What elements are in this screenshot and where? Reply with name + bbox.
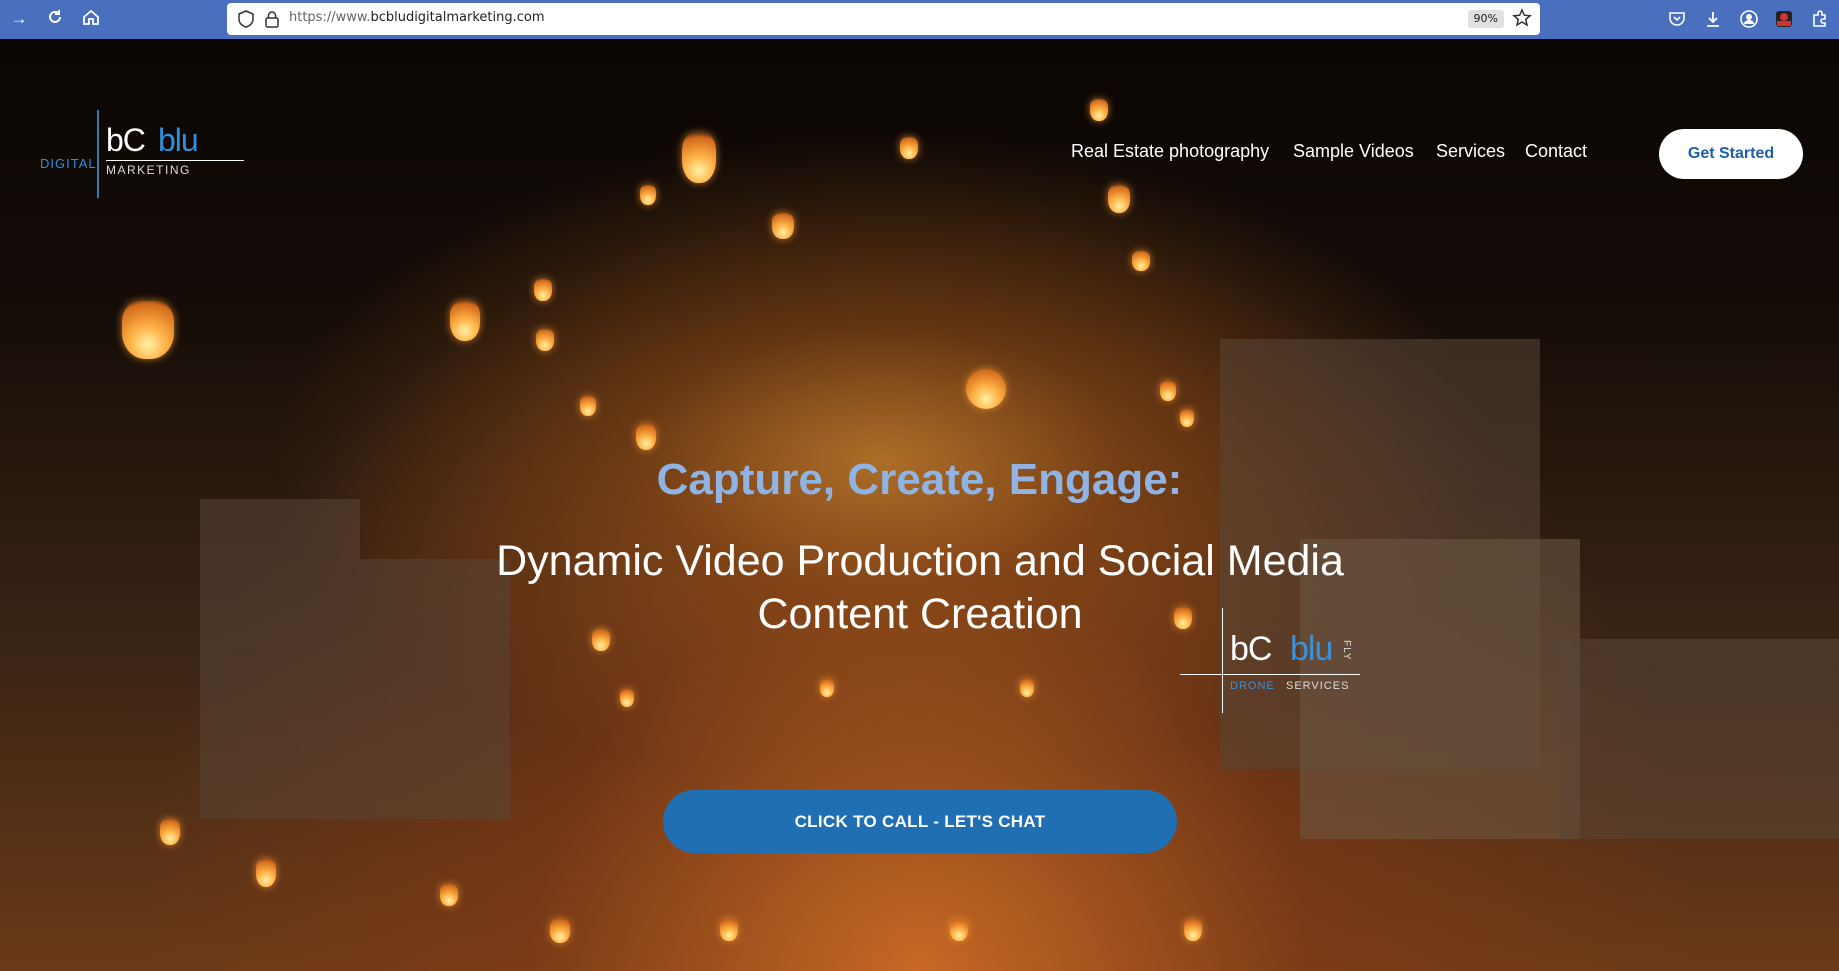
drone-logo-blu-text: blu bbox=[1290, 630, 1333, 668]
sky-lantern bbox=[256, 859, 276, 887]
drone-logo-divider bbox=[1222, 608, 1223, 713]
get-started-button[interactable]: Get Started bbox=[1659, 129, 1803, 179]
background-building bbox=[1560, 639, 1839, 839]
hero-headline: Capture, Create, Engage: bbox=[656, 455, 1183, 504]
drone-logo-bc-text: bC bbox=[1230, 630, 1272, 668]
sky-lantern bbox=[160, 819, 180, 845]
drone-services-logo: bC blu FLY DRONE SERVICES bbox=[1180, 608, 1380, 718]
sky-lantern bbox=[1020, 679, 1034, 697]
sky-lantern bbox=[820, 679, 834, 697]
reload-icon[interactable] bbox=[44, 8, 66, 30]
sky-lantern bbox=[636, 424, 656, 450]
home-icon[interactable] bbox=[80, 8, 102, 30]
sky-lantern bbox=[1132, 251, 1150, 271]
street-light bbox=[966, 369, 1006, 409]
sky-lantern bbox=[550, 919, 570, 943]
forward-icon[interactable]: → bbox=[8, 8, 30, 30]
account-icon[interactable] bbox=[1739, 9, 1759, 29]
click-to-call-button[interactable]: CLICK TO CALL - LET'S CHAT bbox=[663, 790, 1177, 853]
drone-logo-underline bbox=[1180, 674, 1360, 675]
bookmark-star-icon[interactable] bbox=[1512, 8, 1532, 28]
lock-icon[interactable] bbox=[263, 10, 281, 28]
sky-lantern bbox=[1160, 381, 1176, 401]
address-bar[interactable]: https://www.bcbludigitalmarketing.com 90… bbox=[227, 3, 1540, 35]
sky-lantern bbox=[640, 185, 656, 205]
nav-contact[interactable]: Contact bbox=[1525, 141, 1587, 162]
drone-logo-fly-text: FLY bbox=[1341, 640, 1352, 661]
nav-services[interactable]: Services bbox=[1436, 141, 1505, 162]
sky-lantern bbox=[1108, 185, 1130, 213]
shield-icon[interactable] bbox=[237, 10, 255, 28]
sky-lantern bbox=[1184, 919, 1202, 941]
url-text: https://www.bcbludigitalmarketing.com bbox=[289, 10, 545, 25]
browser-toolbar: → https://www.bcbludigitalmarketing.com … bbox=[0, 0, 1839, 39]
zoom-level-badge[interactable]: 90% bbox=[1467, 10, 1504, 28]
nav-sample-videos[interactable]: Sample Videos bbox=[1293, 141, 1414, 162]
sky-lantern bbox=[580, 396, 596, 416]
logo-bc-text: bC bbox=[106, 122, 146, 158]
site-logo[interactable]: bC blu DIGITAL MARKETING bbox=[40, 108, 244, 200]
logo-digital-text: DIGITAL bbox=[40, 156, 97, 171]
sky-lantern bbox=[1090, 99, 1108, 121]
drone-logo-drone-text: DRONE bbox=[1230, 680, 1275, 692]
download-icon[interactable] bbox=[1703, 9, 1723, 29]
logo-divider bbox=[97, 110, 99, 198]
sky-lantern bbox=[1180, 409, 1194, 427]
sky-lantern bbox=[720, 919, 738, 941]
sky-lantern bbox=[900, 137, 918, 159]
sky-lantern bbox=[440, 884, 458, 906]
sky-lantern bbox=[620, 689, 634, 707]
extensions-puzzle-icon[interactable] bbox=[1810, 9, 1830, 29]
nav-real-estate-photography[interactable]: Real Estate photography bbox=[1071, 141, 1269, 162]
sky-lantern bbox=[122, 301, 174, 359]
sky-lantern bbox=[450, 301, 480, 341]
drone-logo-services-text: SERVICES bbox=[1286, 680, 1350, 692]
sky-lantern bbox=[950, 919, 968, 941]
background-building bbox=[200, 499, 360, 819]
logo-blu-text: blu bbox=[158, 122, 199, 158]
sky-lantern bbox=[682, 133, 716, 183]
extension-off-icon[interactable] bbox=[1774, 9, 1794, 29]
logo-marketing-text: MARKETING bbox=[106, 163, 191, 177]
sky-lantern bbox=[772, 213, 794, 239]
sky-lantern bbox=[536, 329, 554, 351]
logo-underline bbox=[106, 160, 244, 161]
sky-lantern bbox=[534, 279, 552, 301]
pocket-icon[interactable] bbox=[1667, 9, 1687, 29]
